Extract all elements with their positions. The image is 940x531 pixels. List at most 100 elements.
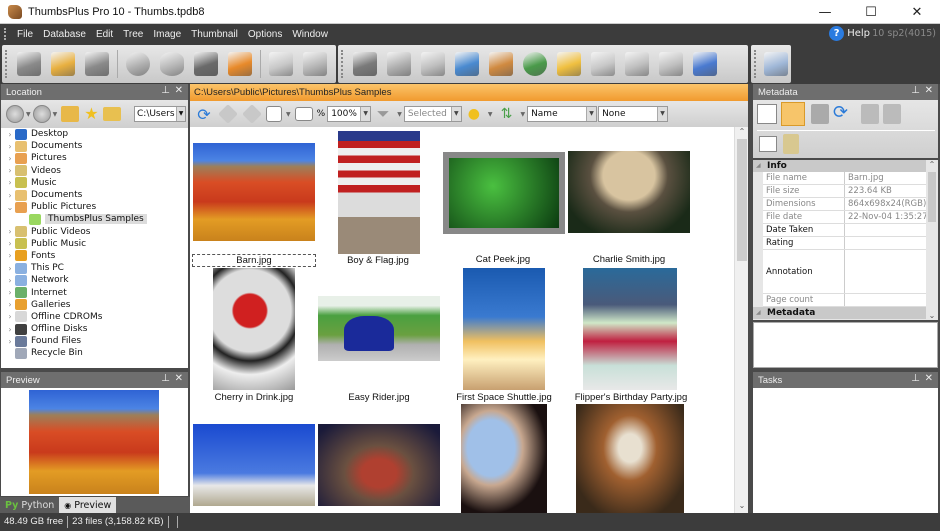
tree-item[interactable]: ThumbsPlus Samples bbox=[1, 213, 188, 225]
tree-item[interactable]: › Videos bbox=[1, 165, 188, 177]
delete-folder-button[interactable] bbox=[588, 48, 618, 80]
chevron-right-icon[interactable]: › bbox=[5, 142, 15, 151]
sort-arrows-icon[interactable]: ⇅ bbox=[496, 104, 516, 124]
tree-item[interactable]: › Found Files bbox=[1, 335, 188, 347]
menu-thumbnail[interactable]: Thumbnail bbox=[186, 29, 243, 40]
menu-options[interactable]: Options bbox=[243, 29, 287, 40]
tree-item[interactable]: › Desktop bbox=[1, 128, 188, 140]
thumbs-up-button[interactable] bbox=[14, 48, 44, 80]
chevron-right-icon[interactable]: › bbox=[5, 154, 15, 163]
scan-button[interactable] bbox=[452, 48, 482, 80]
forward-button[interactable] bbox=[32, 105, 51, 123]
collapse-icon[interactable]: ◢ bbox=[756, 160, 761, 172]
compare-button[interactable] bbox=[191, 48, 221, 80]
tree-item[interactable]: Recycle Bin bbox=[1, 347, 188, 359]
chevron-right-icon[interactable]: › bbox=[5, 227, 15, 236]
tree-item[interactable]: › Fonts bbox=[1, 250, 188, 262]
chevron-right-icon[interactable]: › bbox=[5, 337, 15, 346]
close-panel-icon[interactable]: ✕ bbox=[175, 85, 183, 96]
tag-icon[interactable] bbox=[218, 104, 238, 124]
tab-python[interactable]: Py Python bbox=[0, 497, 59, 513]
tree-item[interactable]: › Public Music bbox=[1, 238, 188, 250]
collapse-icon[interactable]: ◢ bbox=[756, 307, 761, 319]
tree-item[interactable]: › Network bbox=[1, 274, 188, 286]
drive-button[interactable] bbox=[82, 48, 112, 80]
thumbnail-item[interactable]: Cherry in Drink.jpg bbox=[192, 267, 316, 404]
thumbnail-item[interactable]: First Space Shuttle.jpg bbox=[442, 267, 566, 404]
tree-item[interactable]: › Documents bbox=[1, 140, 188, 152]
close-panel-icon[interactable]: ✕ bbox=[925, 373, 933, 384]
slideshow-button[interactable] bbox=[225, 48, 255, 80]
sync-icon[interactable]: ⟳ bbox=[833, 102, 848, 123]
menu-image[interactable]: Image bbox=[148, 29, 186, 40]
metadata-value[interactable] bbox=[845, 237, 926, 249]
metadata-value[interactable] bbox=[845, 250, 926, 293]
thumbnail-scrollbar[interactable]: ⌃ ⌄ bbox=[734, 127, 748, 513]
lightbulb-icon[interactable]: ● bbox=[464, 104, 484, 124]
pin-icon[interactable]: ⊥ bbox=[911, 85, 920, 96]
view-button[interactable] bbox=[157, 48, 187, 80]
tree-item[interactable]: › Offline Disks bbox=[1, 323, 188, 335]
sync-folder-icon[interactable] bbox=[61, 106, 80, 122]
scrollbar-thumb[interactable] bbox=[737, 139, 747, 261]
info-button[interactable] bbox=[123, 48, 153, 80]
tree-item[interactable]: › Documents bbox=[1, 189, 188, 201]
open-folder-button[interactable] bbox=[48, 48, 78, 80]
chevron-down-icon[interactable]: ⌄ bbox=[5, 203, 15, 212]
image-settings-button[interactable] bbox=[486, 48, 516, 80]
checklist-icon[interactable] bbox=[294, 107, 313, 121]
filter-combo[interactable]: Selected ▼ bbox=[403, 106, 462, 122]
layout-grid-icon[interactable] bbox=[266, 106, 282, 122]
scroll-down-icon[interactable]: ⌄ bbox=[735, 501, 749, 513]
chevron-down-icon[interactable]: ▼ bbox=[586, 107, 597, 121]
group-by-combo[interactable]: None ▼ bbox=[598, 106, 669, 122]
metadata-value[interactable] bbox=[845, 224, 926, 236]
checklist-button[interactable] bbox=[690, 48, 720, 80]
close-panel-icon[interactable]: ✕ bbox=[925, 85, 933, 96]
pin-icon[interactable]: ⊥ bbox=[161, 373, 170, 384]
untag-icon[interactable] bbox=[242, 104, 262, 124]
metadata-row[interactable]: Date Taken bbox=[763, 224, 926, 237]
chevron-right-icon[interactable]: › bbox=[5, 288, 15, 297]
help-button[interactable]: ? Help bbox=[829, 26, 870, 41]
chevron-right-icon[interactable]: › bbox=[5, 312, 15, 321]
metadata-category[interactable]: ◢ Info bbox=[753, 160, 938, 172]
menu-tree[interactable]: Tree bbox=[118, 29, 148, 40]
thumbnail-item[interactable] bbox=[192, 424, 316, 513]
metadata-help-icon[interactable] bbox=[783, 134, 799, 154]
tree-item[interactable]: › Galleries bbox=[1, 299, 188, 311]
chevron-right-icon[interactable]: › bbox=[5, 300, 15, 309]
print-button[interactable] bbox=[384, 48, 414, 80]
toolbar-grip-handle[interactable] bbox=[754, 50, 758, 78]
filter-funnel-icon[interactable]: ⏷ bbox=[373, 104, 393, 124]
chevron-right-icon[interactable]: › bbox=[5, 239, 15, 248]
tree-item[interactable]: › Pictures bbox=[1, 152, 188, 164]
metadata-row[interactable]: Annotation bbox=[763, 250, 926, 294]
back-dropdown-icon[interactable]: ▼ bbox=[26, 111, 31, 118]
back-button[interactable] bbox=[6, 105, 24, 123]
tree-item[interactable]: › This PC bbox=[1, 262, 188, 274]
filter-dropdown-icon[interactable]: ▼ bbox=[397, 111, 402, 118]
checklist-icon[interactable] bbox=[759, 136, 777, 152]
settings-button[interactable] bbox=[763, 48, 789, 80]
chevron-right-icon[interactable]: › bbox=[5, 264, 15, 273]
thumbnail-item[interactable]: Boy & Flag.jpg bbox=[318, 129, 438, 266]
metadata-panel-icon[interactable] bbox=[781, 102, 805, 126]
scroll-up-icon[interactable]: ⌃ bbox=[926, 160, 938, 169]
chevron-right-icon[interactable]: › bbox=[5, 325, 15, 334]
thumbnail-item[interactable]: Flipper's Birthday Party.jpg bbox=[566, 267, 696, 404]
zoom-combo[interactable]: 100% ▼ bbox=[327, 106, 372, 122]
copy-button[interactable] bbox=[266, 48, 296, 80]
metadata-table-icon[interactable] bbox=[757, 104, 777, 124]
minimize-button[interactable]: — bbox=[802, 0, 848, 24]
tree-item[interactable]: › Public Videos bbox=[1, 226, 188, 238]
menu-database[interactable]: Database bbox=[38, 29, 91, 40]
copy-to-folder-button[interactable] bbox=[656, 48, 686, 80]
metadata-row[interactable]: Dimensions 864x698x24(RGB) bbox=[763, 198, 926, 211]
thumbnail-item[interactable] bbox=[442, 404, 566, 513]
thumbnail-item[interactable]: Cat Peek.jpg bbox=[440, 151, 566, 266]
chevron-down-icon[interactable]: ▼ bbox=[176, 107, 185, 121]
sort-by-combo[interactable]: Name ▼ bbox=[527, 106, 598, 122]
toolbar-grip-handle[interactable] bbox=[341, 50, 345, 78]
thumbnail-item[interactable] bbox=[566, 404, 696, 513]
